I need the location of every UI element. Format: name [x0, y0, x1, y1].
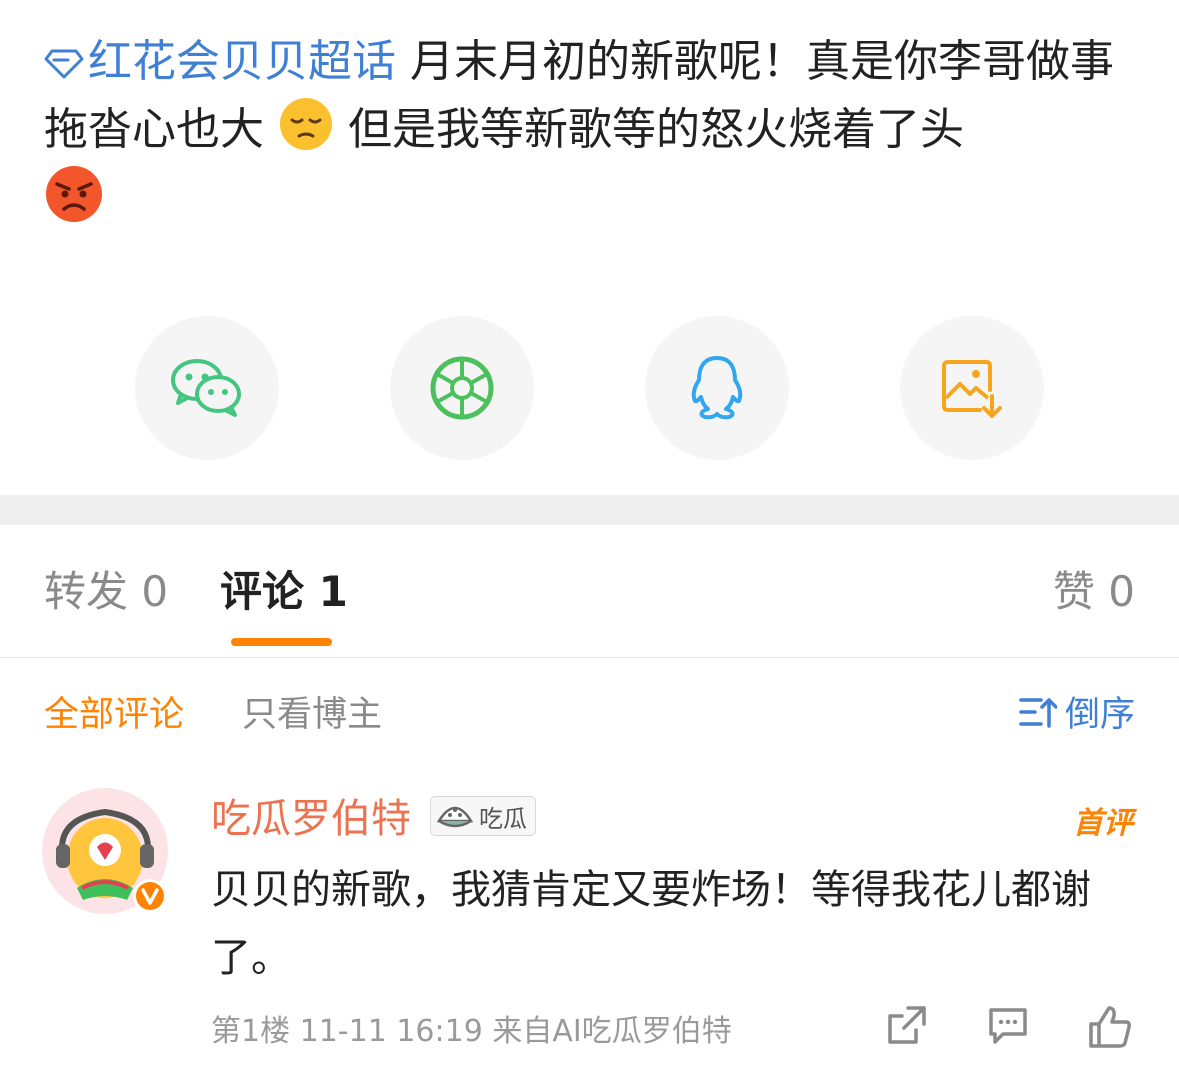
user-badge[interactable]: 吃瓜	[430, 796, 536, 836]
comment-item: 吃瓜罗伯特 吃瓜 首评 贝贝的新歌，我猜肯定又要炸场！等得我花儿都谢了。 第1楼…	[0, 780, 1179, 1075]
share-moments-button[interactable]	[390, 316, 534, 460]
avatar-image	[42, 788, 168, 914]
like-icon[interactable]	[1087, 1004, 1133, 1050]
sort-icon	[1019, 697, 1057, 728]
angry-face-icon	[46, 166, 102, 222]
post-body-part2: 但是我等新歌等的怒火烧着了头	[348, 104, 964, 155]
sort-button[interactable]: 倒序	[1019, 686, 1135, 737]
share-icon[interactable]	[886, 1004, 928, 1046]
qq-icon	[691, 356, 743, 420]
tab-bar: 转发 0 评论 1 赞 0	[0, 525, 1179, 658]
filter-all-comments[interactable]: 全部评论	[44, 686, 184, 737]
sort-label: 倒序	[1064, 695, 1135, 735]
share-row	[0, 316, 1179, 460]
topic-name[interactable]: 红花会贝贝超话	[88, 36, 396, 87]
tab-comments[interactable]: 评论 1	[220, 565, 348, 619]
comment-username[interactable]: 吃瓜罗伯特	[211, 794, 411, 844]
save-image-icon	[942, 360, 1002, 418]
topic-link[interactable]: 红花会贝贝超话	[44, 36, 410, 87]
wechat-icon	[171, 359, 241, 417]
save-image-button[interactable]	[900, 316, 1044, 460]
comment-icon[interactable]	[987, 1004, 1029, 1046]
pensive-face-icon	[280, 98, 332, 150]
share-wechat-button[interactable]	[135, 316, 279, 460]
tab-repost[interactable]: 转发 0	[44, 565, 168, 619]
filter-owner-only[interactable]: 只看博主	[242, 686, 382, 737]
comment-meta: 第1楼 11-11 16:19 来自AI吃瓜罗伯特	[211, 1014, 732, 1049]
post-text: 红花会贝贝超话 月末月初的新歌呢！真是你李哥做事拖沓心也大 但是我等新歌等的怒火…	[44, 28, 1144, 236]
diamond-topic-icon	[44, 49, 84, 79]
comment-filters: 全部评论 只看博主 倒序	[0, 686, 1179, 736]
comment-text: 贝贝的新歌，我猜肯定又要炸场！等得我花儿都谢了。	[211, 867, 1091, 981]
watermelon-icon	[436, 806, 474, 828]
active-tab-indicator	[231, 638, 332, 646]
section-divider	[0, 495, 1179, 525]
first-comment-tag: 首评	[1073, 806, 1133, 841]
share-qq-button[interactable]	[645, 316, 789, 460]
moments-icon	[430, 356, 494, 420]
tab-likes[interactable]: 赞 0	[1053, 565, 1135, 619]
avatar[interactable]	[42, 788, 168, 914]
badge-label: 吃瓜	[479, 804, 527, 833]
